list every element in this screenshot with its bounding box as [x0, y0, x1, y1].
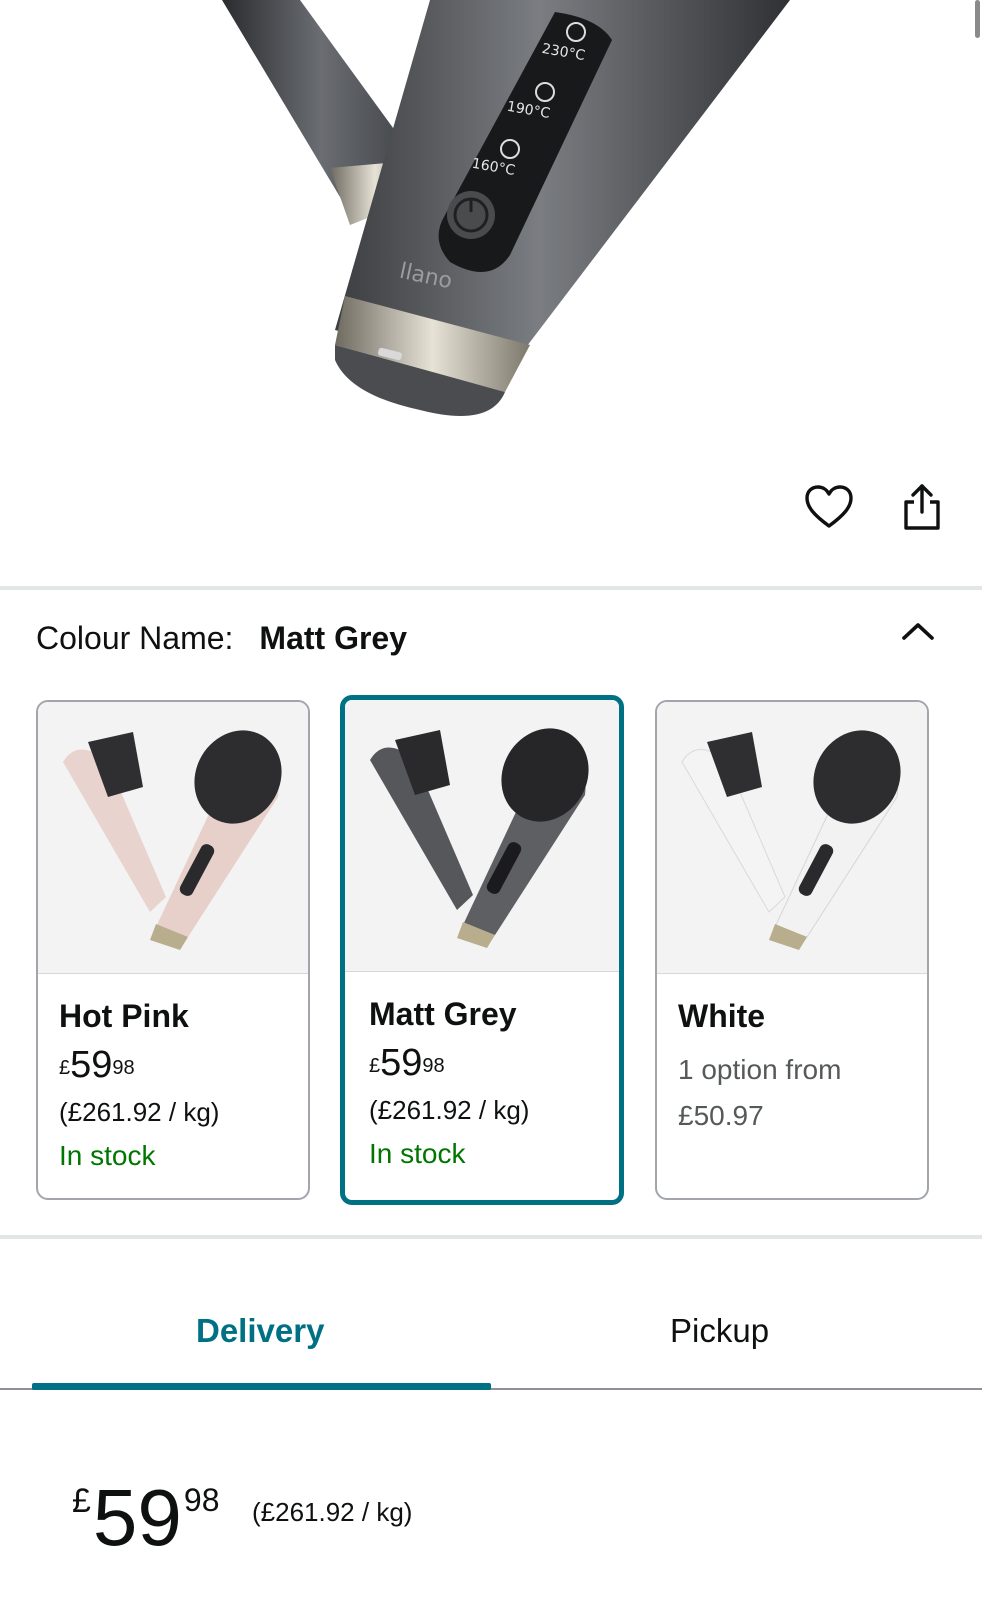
colour-name-row: Colour Name: Matt Grey — [36, 620, 407, 657]
swatch-name: Hot Pink — [59, 998, 189, 1034]
collapse-colour-button[interactable] — [898, 614, 938, 648]
swatch-thumbnail — [345, 700, 619, 972]
swatch-availability: In stock — [369, 1138, 466, 1169]
swatch-option-price: £50.97 — [678, 1100, 764, 1131]
product-price: £ 59 98 — [72, 1468, 220, 1568]
price-currency: £ — [72, 1482, 91, 1520]
scrollbar-thumb[interactable] — [975, 0, 980, 38]
swatch-price: £5998 — [369, 1042, 445, 1084]
matt-grey-brush-image — [370, 728, 589, 948]
price-whole: 59 — [92, 1473, 182, 1562]
price-fraction: 98 — [183, 1482, 220, 1518]
section-divider — [0, 586, 982, 590]
swatch-unit-price: (£261.92 / kg) — [369, 1095, 530, 1125]
swatch-name: Matt Grey — [369, 996, 517, 1032]
unit-price: (£261.92 / kg) — [252, 1497, 413, 1527]
add-to-wishlist-button[interactable] — [800, 478, 858, 536]
selected-colour-value: Matt Grey — [259, 620, 407, 656]
hairbrush-product-illustration: 230°C 190°C 160°C llano — [222, 0, 790, 416]
swatch-option-line: 1 option from — [678, 1054, 842, 1085]
product-hero-image[interactable]: 230°C 190°C 160°C llano — [0, 0, 1002, 460]
white-brush-image — [681, 730, 901, 950]
share-button[interactable] — [893, 478, 951, 536]
swatch-price: £5998 — [59, 1044, 135, 1086]
tab-pickup[interactable]: Pickup — [670, 1312, 769, 1350]
colour-swatch-hot-pink[interactable]: Hot Pink £5998 (£261.92 / kg) In stock — [36, 700, 310, 1200]
tab-delivery[interactable]: Delivery — [196, 1312, 324, 1350]
swatch-thumbnail — [38, 702, 308, 974]
swatch-thumbnail — [657, 702, 927, 974]
chevron-up-icon — [902, 623, 934, 640]
share-icon — [904, 484, 940, 530]
colour-name-label: Colour Name: — [36, 620, 234, 656]
section-divider — [0, 1235, 982, 1239]
swatch-unit-price: (£261.92 / kg) — [59, 1097, 220, 1127]
colour-swatch-matt-grey[interactable]: Matt Grey £5998 (£261.92 / kg) In stock — [340, 695, 624, 1205]
active-tab-indicator — [32, 1383, 491, 1390]
swatch-name: White — [678, 998, 766, 1034]
swatch-availability: In stock — [59, 1140, 156, 1171]
colour-swatch-white[interactable]: White 1 option from £50.97 — [655, 700, 929, 1200]
heart-icon — [805, 485, 853, 528]
hot-pink-brush-image — [63, 730, 282, 950]
